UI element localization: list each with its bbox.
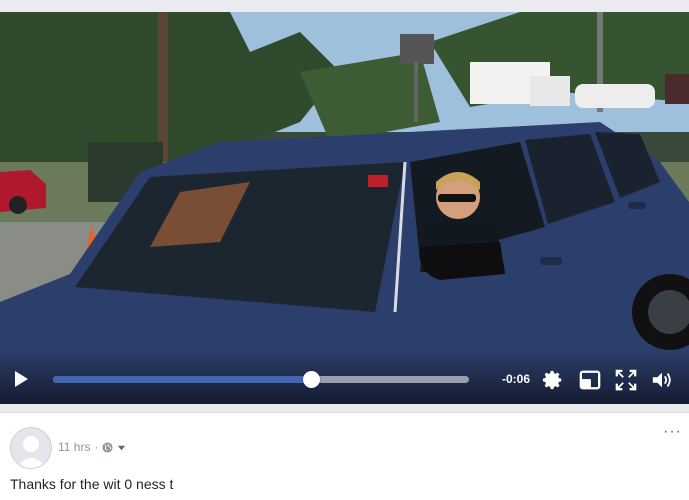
top-strip	[0, 0, 689, 12]
default-avatar-icon	[16, 436, 46, 468]
avatar[interactable]	[10, 427, 52, 469]
video-frame	[0, 12, 689, 404]
progress-fill	[53, 376, 311, 383]
video-player[interactable]: -0:06	[0, 12, 689, 404]
volume-icon[interactable]	[651, 369, 673, 391]
play-icon[interactable]	[12, 370, 30, 388]
time-remaining: -0:06	[502, 372, 531, 386]
post-card: 11 hrs · ··· Thanks for the wit 0 ness t	[0, 412, 689, 500]
progress-handle[interactable]	[302, 371, 320, 388]
post-meta: 11 hrs ·	[58, 440, 126, 454]
post-text: Thanks for the wit 0 ness t	[10, 476, 174, 492]
fullscreen-icon[interactable]	[615, 369, 637, 391]
picture-in-picture-icon[interactable]	[579, 369, 601, 391]
meta-separator: ·	[94, 440, 99, 454]
more-options-button[interactable]: ···	[663, 424, 682, 440]
video-controls: -0:06	[0, 348, 689, 404]
gear-icon[interactable]	[542, 369, 564, 391]
progress-bar[interactable]	[53, 371, 469, 388]
post-timestamp[interactable]: 11 hrs	[58, 440, 90, 454]
globe-icon[interactable]	[102, 441, 114, 453]
chevron-down-icon[interactable]	[117, 443, 126, 452]
